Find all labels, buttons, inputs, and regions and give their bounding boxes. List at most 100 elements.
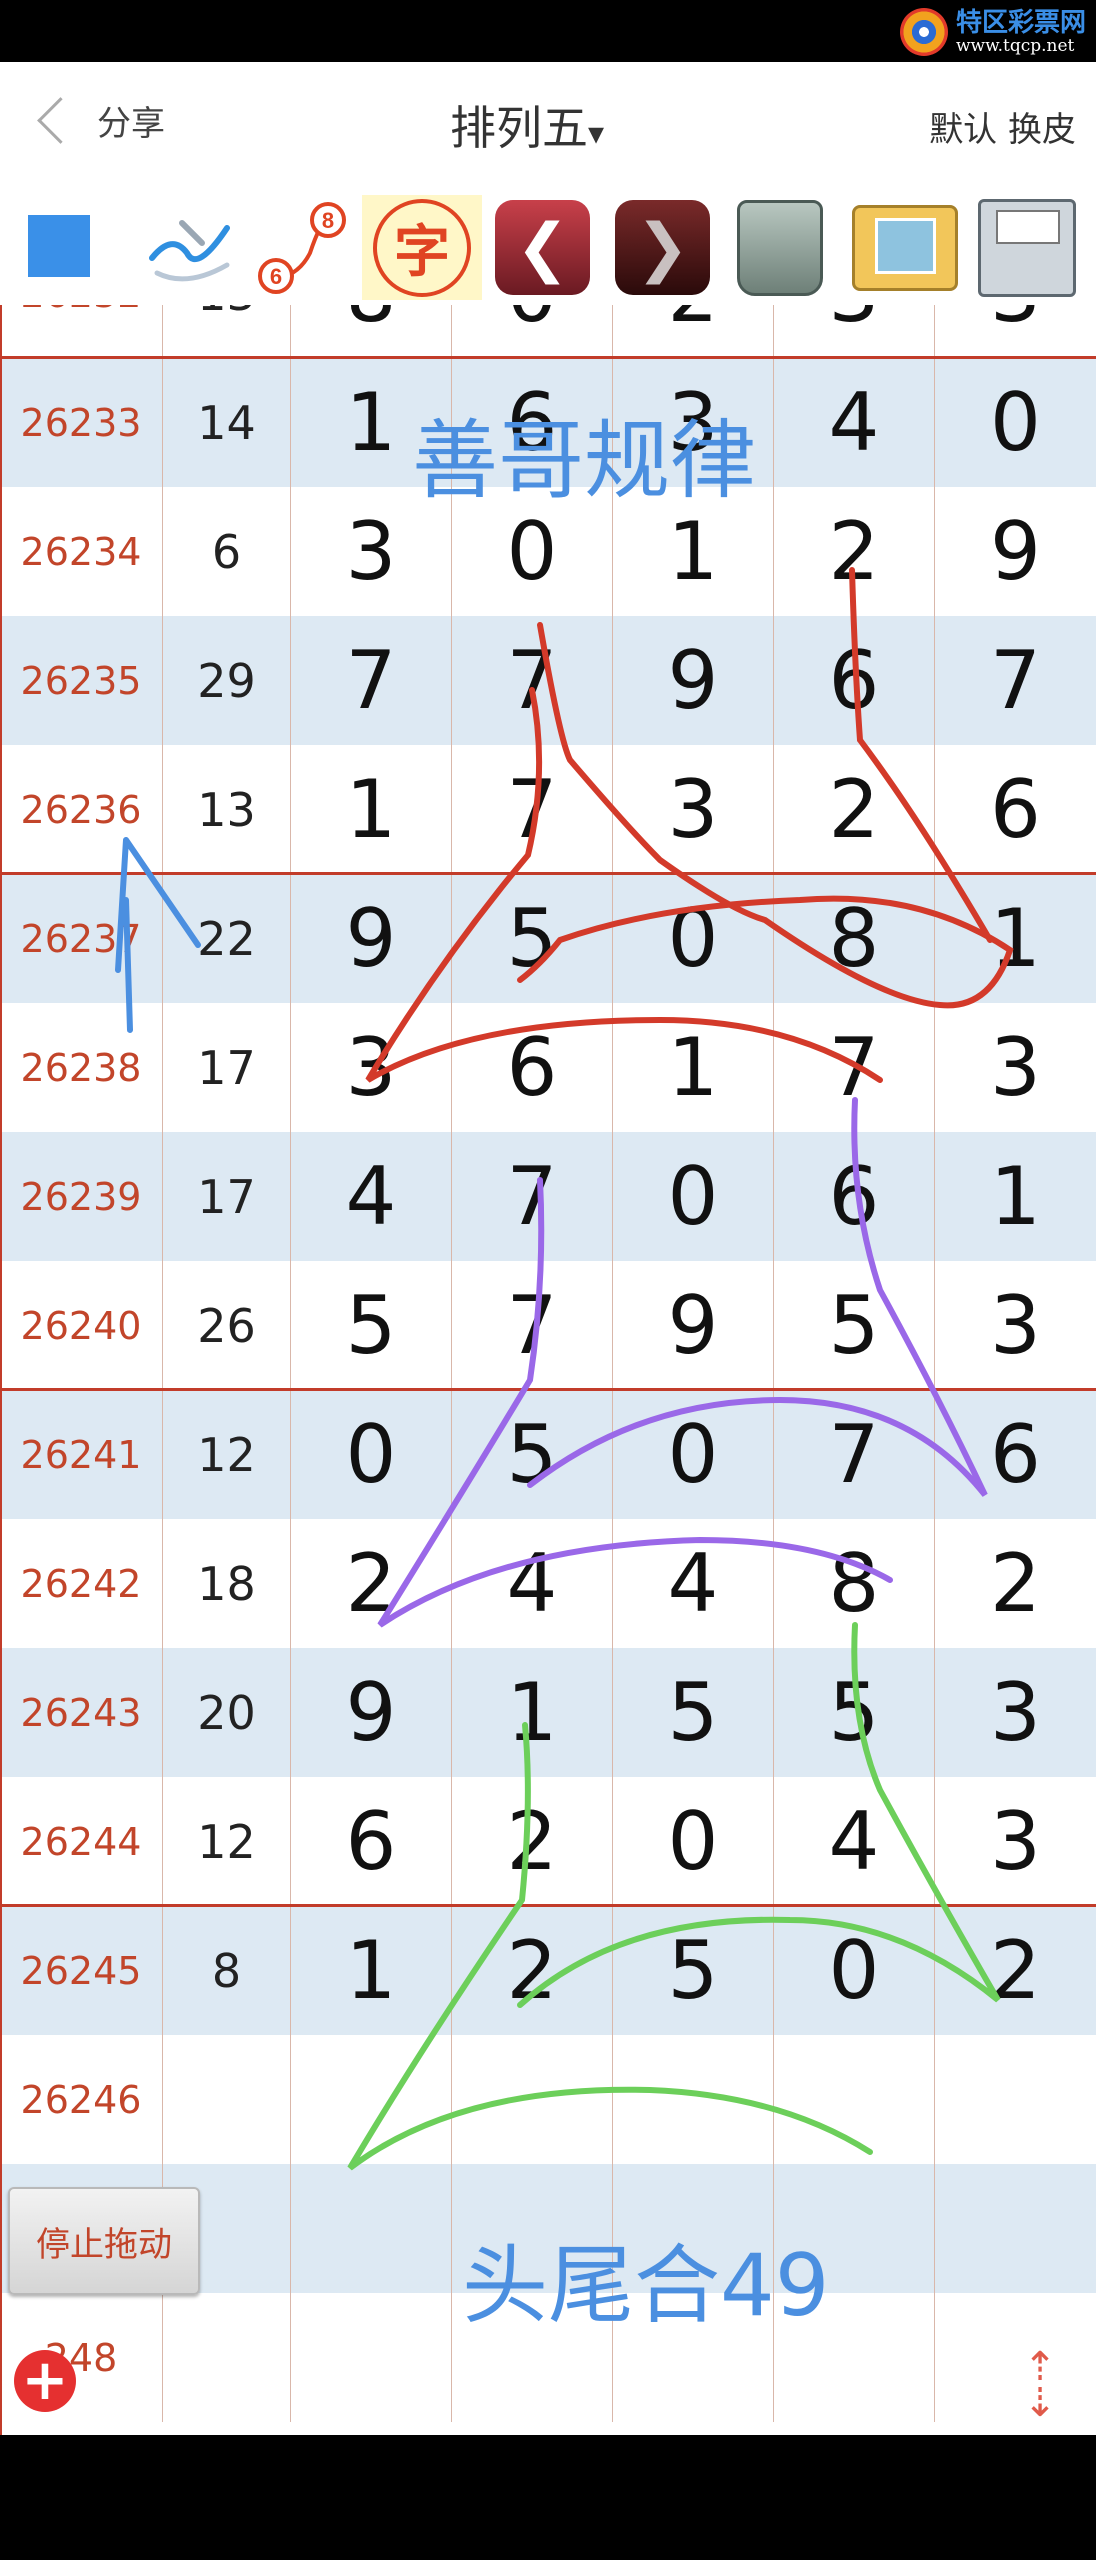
digit-cell[interactable]: 3 (935, 305, 1096, 358)
image-button[interactable] (845, 195, 965, 300)
digit-cell[interactable]: 1 (291, 745, 452, 874)
digit-cell[interactable]: 5 (613, 1906, 774, 2035)
table-row[interactable]: 26236 13 1 7 3 2 6 (0, 745, 1096, 874)
table-row[interactable]: 26238 17 3 6 1 7 3 (0, 1003, 1096, 1132)
digit-cell[interactable]: 6 (452, 1003, 613, 1132)
stop-drag-button[interactable]: 停止拖动 (8, 2187, 200, 2295)
digit-cell[interactable]: 6 (935, 745, 1096, 874)
skin-button[interactable]: 默认 换皮 (929, 102, 1076, 151)
resize-icon[interactable]: ⇡ ⇣ (1018, 2345, 1062, 2425)
save-button[interactable] (972, 195, 1082, 300)
digit-cell[interactable]: 7 (774, 1003, 935, 1132)
table-row[interactable]: 26246 (0, 2035, 1096, 2164)
digit-cell[interactable]: 1 (452, 1648, 613, 1777)
digit-cell[interactable]: 6 (935, 1390, 1096, 1519)
digit-cell[interactable] (774, 2035, 935, 2164)
digit-cell[interactable]: 2 (774, 487, 935, 616)
digit-cell[interactable]: 1 (935, 1132, 1096, 1261)
digit-cell[interactable]: 9 (291, 874, 452, 1003)
digit-cell[interactable]: 0 (613, 1777, 774, 1906)
table-row[interactable]: 26244 12 6 2 0 4 3 (0, 1777, 1096, 1906)
digit-cell[interactable]: 8 (774, 874, 935, 1003)
digit-cell[interactable]: 3 (613, 745, 774, 874)
digit-cell[interactable] (935, 2035, 1096, 2164)
table-row[interactable]: 26235 29 7 7 9 6 7 (0, 616, 1096, 745)
digit-cell[interactable]: 2 (452, 1777, 613, 1906)
digit-cell[interactable]: 5 (452, 874, 613, 1003)
digit-cell[interactable]: 7 (774, 1390, 935, 1519)
digit-cell[interactable] (291, 2293, 452, 2422)
digit-cell[interactable] (935, 2293, 1096, 2422)
digit-cell[interactable]: 0 (613, 1390, 774, 1519)
digit-cell[interactable]: 7 (291, 616, 452, 745)
connect-dots-tool[interactable]: 8 6 (250, 195, 350, 300)
digit-cell[interactable]: 2 (452, 1906, 613, 2035)
digit-cell[interactable]: 7 (452, 616, 613, 745)
digit-cell[interactable]: 1 (613, 1003, 774, 1132)
digit-cell[interactable]: 0 (291, 1390, 452, 1519)
undo-button[interactable]: ❮ (490, 195, 595, 300)
text-tool[interactable]: 字 (362, 195, 482, 300)
digit-cell[interactable]: 9 (935, 487, 1096, 616)
digit-cell[interactable]: 9 (613, 1261, 774, 1390)
digit-cell[interactable]: 3 (935, 1261, 1096, 1390)
digit-cell[interactable]: 0 (613, 874, 774, 1003)
table-row[interactable]: 26243 20 9 1 5 5 3 (0, 1648, 1096, 1777)
table-row[interactable]: 262321380233 (0, 305, 1096, 358)
digit-cell[interactable]: 6 (291, 1777, 452, 1906)
digit-cell[interactable]: 7 (935, 616, 1096, 745)
color-square-tool[interactable] (28, 215, 90, 277)
lottery-select[interactable]: 排列五▾ (450, 92, 604, 158)
digit-cell[interactable]: 2 (291, 1519, 452, 1648)
digit-cell[interactable]: 8 (774, 1519, 935, 1648)
digit-cell[interactable]: 0 (452, 305, 613, 358)
digit-cell[interactable]: 0 (774, 1906, 935, 2035)
digit-cell[interactable]: 5 (774, 1261, 935, 1390)
digit-cell[interactable]: 9 (291, 1648, 452, 1777)
redo-button[interactable]: ❯ (610, 195, 715, 300)
share-button[interactable]: 分享 (30, 96, 165, 145)
digit-cell[interactable] (291, 2035, 452, 2164)
digit-cell[interactable] (935, 2164, 1096, 2293)
digit-cell[interactable]: 1 (291, 1906, 452, 2035)
digit-cell[interactable]: 3 (935, 1777, 1096, 1906)
digit-cell[interactable]: 7 (452, 745, 613, 874)
table-row[interactable]: 26237 22 9 5 0 8 1 (0, 874, 1096, 1003)
table-row[interactable]: 26240 26 5 7 9 5 3 (0, 1261, 1096, 1390)
add-icon[interactable]: + (14, 2350, 76, 2412)
digit-cell[interactable]: 2 (935, 1906, 1096, 2035)
digit-cell[interactable]: 5 (774, 1648, 935, 1777)
digit-cell[interactable]: 8 (291, 305, 452, 358)
digit-cell[interactable]: 5 (291, 1261, 452, 1390)
digit-cell[interactable]: 3 (291, 1003, 452, 1132)
digit-cell[interactable]: 7 (452, 1261, 613, 1390)
digit-cell[interactable]: 2 (613, 305, 774, 358)
digit-cell[interactable]: 3 (935, 1003, 1096, 1132)
digit-cell[interactable]: 4 (452, 1519, 613, 1648)
digit-cell[interactable]: 9 (613, 616, 774, 745)
clear-button[interactable] (725, 195, 835, 300)
digit-cell[interactable]: 3 (774, 305, 935, 358)
table-row[interactable]: 26245 8 1 2 5 0 2 (0, 1906, 1096, 2035)
digit-cell[interactable] (452, 2035, 613, 2164)
digit-cell[interactable]: 0 (935, 358, 1096, 487)
digit-cell[interactable]: 4 (613, 1519, 774, 1648)
digit-cell[interactable]: 5 (613, 1648, 774, 1777)
digit-cell[interactable]: 3 (935, 1648, 1096, 1777)
table-row[interactable]: 26241 12 0 5 0 7 6 (0, 1390, 1096, 1519)
digit-cell[interactable] (613, 2035, 774, 2164)
digit-cell[interactable]: 4 (774, 1777, 935, 1906)
digit-cell[interactable]: 6 (774, 1132, 935, 1261)
digit-cell[interactable]: 4 (774, 358, 935, 487)
digit-cell[interactable]: 1 (935, 874, 1096, 1003)
digit-cell[interactable]: 4 (291, 1132, 452, 1261)
digit-cell[interactable]: 0 (613, 1132, 774, 1261)
table-row[interactable]: 26239 17 4 7 0 6 1 (0, 1132, 1096, 1261)
digit-cell[interactable]: 2 (935, 1519, 1096, 1648)
digit-cell[interactable]: 5 (452, 1390, 613, 1519)
table-row[interactable]: 26242 18 2 4 4 8 2 (0, 1519, 1096, 1648)
digit-cell[interactable]: 7 (452, 1132, 613, 1261)
digit-cell[interactable]: 6 (774, 616, 935, 745)
digit-cell[interactable]: 2 (774, 745, 935, 874)
draw-table[interactable]: 2623213802332623314163402623463012926235… (0, 305, 1096, 2435)
